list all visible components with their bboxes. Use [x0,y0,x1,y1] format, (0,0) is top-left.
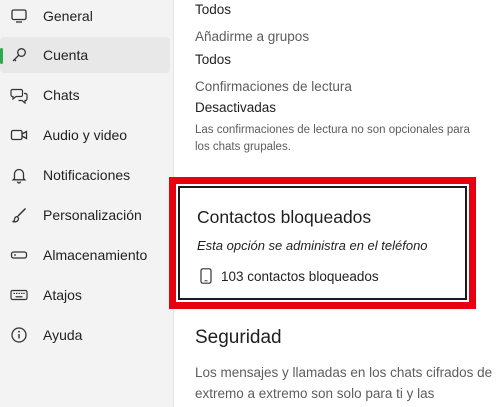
read-receipts-value[interactable]: Desactivadas [195,100,276,115]
info-icon [10,326,28,344]
blocked-contacts-section: Contactos bloqueados Esta opción se admi… [178,186,467,300]
storage-icon [10,246,28,264]
chat-bubbles-icon [10,86,28,104]
groups-setting-value[interactable]: Todos [195,52,231,67]
sidebar-item-cuenta[interactable]: Cuenta [0,37,170,73]
blocked-contacts-highlight: Contactos bloqueados Esta opción se admi… [169,177,476,309]
sidebar-item-label: Notificaciones [43,167,131,183]
sidebar-item-general[interactable]: General [0,0,170,34]
blocked-contacts-title: Contactos bloqueados [197,207,372,227]
sidebar-item-chats[interactable]: Chats [0,77,170,113]
read-receipts-label: Confirmaciones de lectura [195,79,352,94]
keyboard-icon [10,286,28,304]
sidebar-item-almacenamiento[interactable]: Almacenamiento [0,237,170,273]
bell-icon [10,166,28,184]
sidebar-item-label: General [43,8,93,24]
security-title: Seguridad [195,327,282,348]
sidebar-item-label: Atajos [43,287,82,303]
sidebar-item-ayuda[interactable]: Ayuda [0,317,170,353]
sidebar-item-personalizacion[interactable]: Personalización [0,197,170,233]
sidebar-item-label: Cuenta [43,47,89,63]
video-camera-icon [10,126,28,144]
groups-setting-label: Añadirme a grupos [195,29,310,44]
brush-icon [10,206,28,224]
read-receipts-note: Las confirmaciones de lectura no son opc… [195,124,470,153]
sidebar-item-label: Personalización [43,207,142,223]
top-setting-value[interactable]: Todos [195,2,231,17]
sidebar-item-audio-video[interactable]: Audio y video [0,117,170,153]
phone-icon [200,268,212,284]
sidebar-item-label: Almacenamiento [43,247,148,263]
sidebar-item-label: Audio y video [43,127,128,143]
key-icon [10,46,28,64]
sidebar-item-label: Chats [43,87,80,103]
security-description: Los mensajes y llamadas en los chats cif… [195,365,493,401]
monitor-icon [10,7,28,25]
blocked-contacts-note: Esta opción se administra en el teléfono [197,238,428,253]
sidebar-item-notificaciones[interactable]: Notificaciones [0,157,170,193]
sidebar-item-label: Ayuda [43,327,83,343]
blocked-contacts-count[interactable]: 103 contactos bloqueados [221,269,379,284]
settings-sidebar: General Cuenta Chats Audio y video Notif… [0,0,174,407]
sidebar-item-atajos[interactable]: Atajos [0,277,170,313]
active-indicator [0,48,3,64]
